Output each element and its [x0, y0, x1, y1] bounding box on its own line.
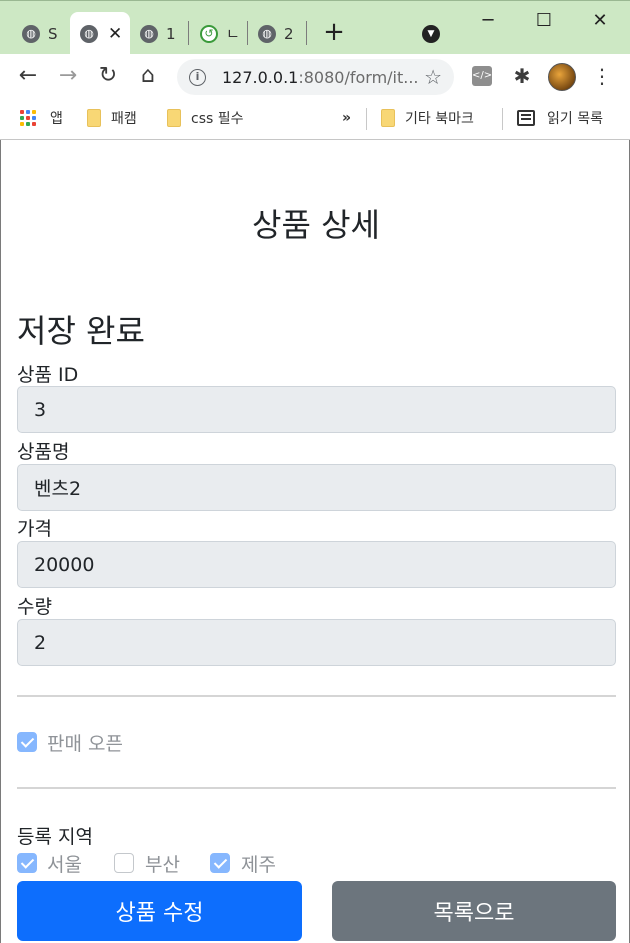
bookmark-label: css 필수: [191, 111, 244, 127]
folder-icon: [87, 109, 101, 127]
minimize-button[interactable]: ─: [476, 9, 500, 33]
url-path: :8080/form/it...: [298, 67, 419, 87]
url-text: 127.0.0.1:8080/form/it...: [222, 68, 419, 87]
reload-icon[interactable]: ↻: [96, 64, 120, 88]
bookmark-folder-css[interactable]: css 필수: [167, 108, 244, 128]
price-label: 가격: [17, 518, 52, 540]
reading-list-icon: [517, 110, 535, 126]
page-title: 상품 상세: [252, 206, 380, 244]
globe-icon: ◍: [140, 24, 158, 43]
tab-divider: [306, 21, 307, 45]
bookmark-divider: [502, 108, 503, 130]
new-tab-button[interactable]: +: [322, 19, 346, 45]
maximize-button[interactable]: ☐: [532, 9, 556, 33]
region-label-seoul: 서울: [47, 854, 82, 876]
tab-title: 1: [166, 24, 176, 43]
tab-4[interactable]: ↺ ㄴ: [190, 12, 246, 55]
extensions-puzzle-icon[interactable]: ✱: [510, 64, 534, 88]
back-arrow-icon[interactable]: ←: [16, 64, 40, 88]
quantity-label: 수량: [17, 596, 52, 618]
region-checkbox-seoul[interactable]: [17, 853, 37, 873]
open-checkbox[interactable]: [17, 732, 37, 752]
region-label-busan: 부산: [145, 854, 180, 876]
tab-strip: ◍ S ◍ ✕ ◍ 1 ↺ ㄴ ◍ 2 + ▼ ─ ☐ ✕: [0, 0, 630, 55]
page-content: 상품 상세 저장 완료 상품 ID 상품명 가격 수량 판매 오픈 등록 지역 …: [0, 140, 630, 943]
bookmark-label: 앱: [50, 111, 63, 127]
tab-title: S: [48, 24, 58, 43]
url-host: 127.0.0.1: [222, 67, 299, 87]
tab-2-active[interactable]: ◍ ✕: [70, 12, 130, 55]
item-id-label: 상품 ID: [17, 364, 79, 386]
tab-title: ㄴ: [226, 25, 240, 43]
apps-grid-icon: [20, 110, 36, 126]
profile-avatar[interactable]: [548, 63, 576, 91]
tab-1[interactable]: ◍ S: [12, 12, 68, 55]
bookmarks-bar: 앱 패캠 css 필수 » 기타 북마크 읽기 목록: [0, 100, 630, 140]
bookmark-label: 기타 북마크: [405, 111, 474, 127]
divider: [17, 695, 616, 697]
address-bar[interactable]: i 127.0.0.1:8080/form/it... ☆: [177, 59, 454, 95]
globe-icon: ◍: [22, 24, 40, 43]
bookmarks-overflow-button[interactable]: »: [342, 108, 351, 128]
browser-chrome: ◍ S ◍ ✕ ◍ 1 ↺ ㄴ ◍ 2 + ▼ ─ ☐ ✕ ← → ↻ ⌂ i …: [0, 0, 630, 140]
browser-toolbar: ← → ↻ ⌂ i 127.0.0.1:8080/form/it... ☆ </…: [0, 54, 630, 100]
info-icon[interactable]: i: [189, 68, 206, 86]
code-extension-icon[interactable]: </>: [472, 66, 492, 86]
folder-icon: [381, 109, 395, 127]
app-icon: ↺: [200, 24, 218, 43]
bookmark-label: 패캠: [111, 111, 137, 127]
tab-title: 2: [284, 24, 294, 43]
bookmark-divider: [366, 108, 367, 130]
home-icon[interactable]: ⌂: [136, 64, 160, 88]
window-close-button[interactable]: ✕: [588, 9, 612, 33]
item-name-field[interactable]: [17, 464, 616, 511]
globe-icon: ◍: [258, 24, 276, 43]
edit-item-button[interactable]: 상품 수정: [17, 881, 302, 941]
close-tab-icon[interactable]: ✕: [108, 24, 122, 44]
folder-icon: [167, 109, 181, 127]
menu-kebab-icon[interactable]: ⋮: [590, 64, 614, 88]
item-id-field[interactable]: [17, 386, 616, 433]
bookmark-folder-fastcampus[interactable]: 패캠: [87, 108, 137, 128]
forward-arrow-icon[interactable]: →: [56, 64, 80, 88]
regions-label: 등록 지역: [17, 826, 93, 848]
open-checkbox-label: 판매 오픈: [47, 733, 123, 755]
bookmark-label: 읽기 목록: [547, 111, 603, 127]
region-label-jeju: 제주: [241, 854, 276, 876]
tab-divider: [188, 21, 189, 45]
reading-list-button[interactable]: 읽기 목록: [517, 108, 603, 128]
price-field[interactable]: [17, 541, 616, 588]
bookmark-star-icon[interactable]: ☆: [424, 65, 442, 89]
tab-search-icon[interactable]: ▼: [422, 25, 440, 43]
bookmark-folder-other[interactable]: 기타 북마크: [381, 108, 474, 128]
back-to-list-button[interactable]: 목록으로: [332, 881, 616, 941]
status-message: 저장 완료: [17, 312, 145, 350]
region-checkbox-busan[interactable]: [114, 853, 134, 873]
region-checkbox-jeju[interactable]: [210, 853, 230, 873]
globe-icon: ◍: [80, 24, 98, 43]
bookmark-apps[interactable]: 앱: [20, 108, 63, 128]
quantity-field[interactable]: [17, 619, 616, 666]
tab-5[interactable]: ◍ 2: [248, 12, 304, 55]
item-name-label: 상품명: [17, 441, 70, 463]
tab-3[interactable]: ◍ 1: [130, 12, 186, 55]
divider: [17, 787, 616, 789]
